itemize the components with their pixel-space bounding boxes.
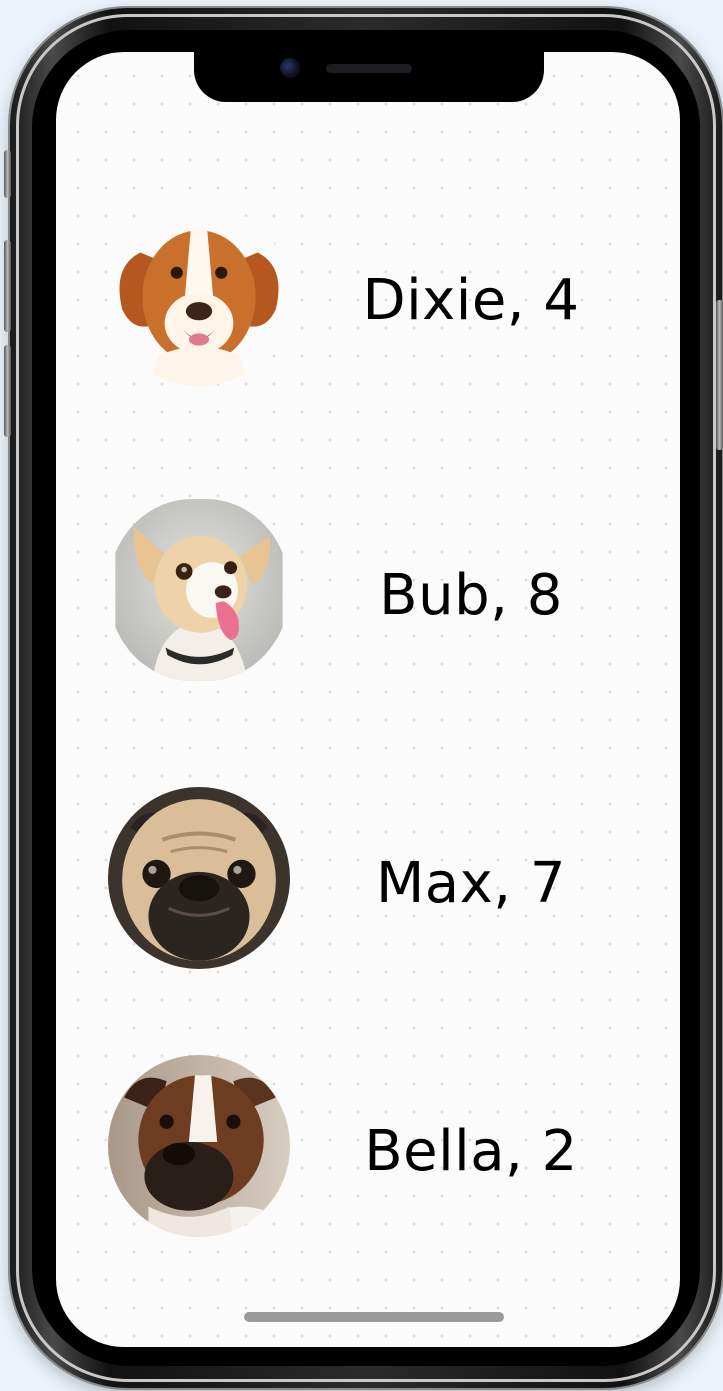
notch (194, 52, 544, 102)
volume-down-button (4, 345, 11, 437)
power-button (716, 300, 723, 450)
silent-switch (4, 150, 11, 198)
dog-name-age: Dixie, 4 (362, 268, 580, 333)
dog-name-age: Bella, 2 (364, 1119, 578, 1184)
dog-photo-dixie-icon (108, 204, 290, 386)
front-camera-icon (280, 58, 300, 78)
home-indicator[interactable] (244, 1312, 504, 1322)
phone-screen: Dixie, 4 Bub, 8 Max, 7 Bella, 2 (56, 52, 680, 1347)
dog-name-age: Bub, 8 (379, 563, 563, 628)
list-item[interactable]: Bub, 8 (56, 499, 680, 699)
list-item[interactable]: Dixie, 4 (56, 204, 680, 404)
dog-name-age: Max, 7 (375, 851, 566, 916)
dog-photo-bella-icon (108, 1055, 290, 1237)
earpiece-speaker (326, 64, 412, 73)
list-item[interactable]: Max, 7 (56, 787, 680, 987)
volume-up-button (4, 240, 11, 332)
dog-photo-max-icon (108, 787, 290, 969)
list-item[interactable]: Bella, 2 (56, 1055, 680, 1255)
dog-photo-bub-icon (108, 499, 290, 681)
